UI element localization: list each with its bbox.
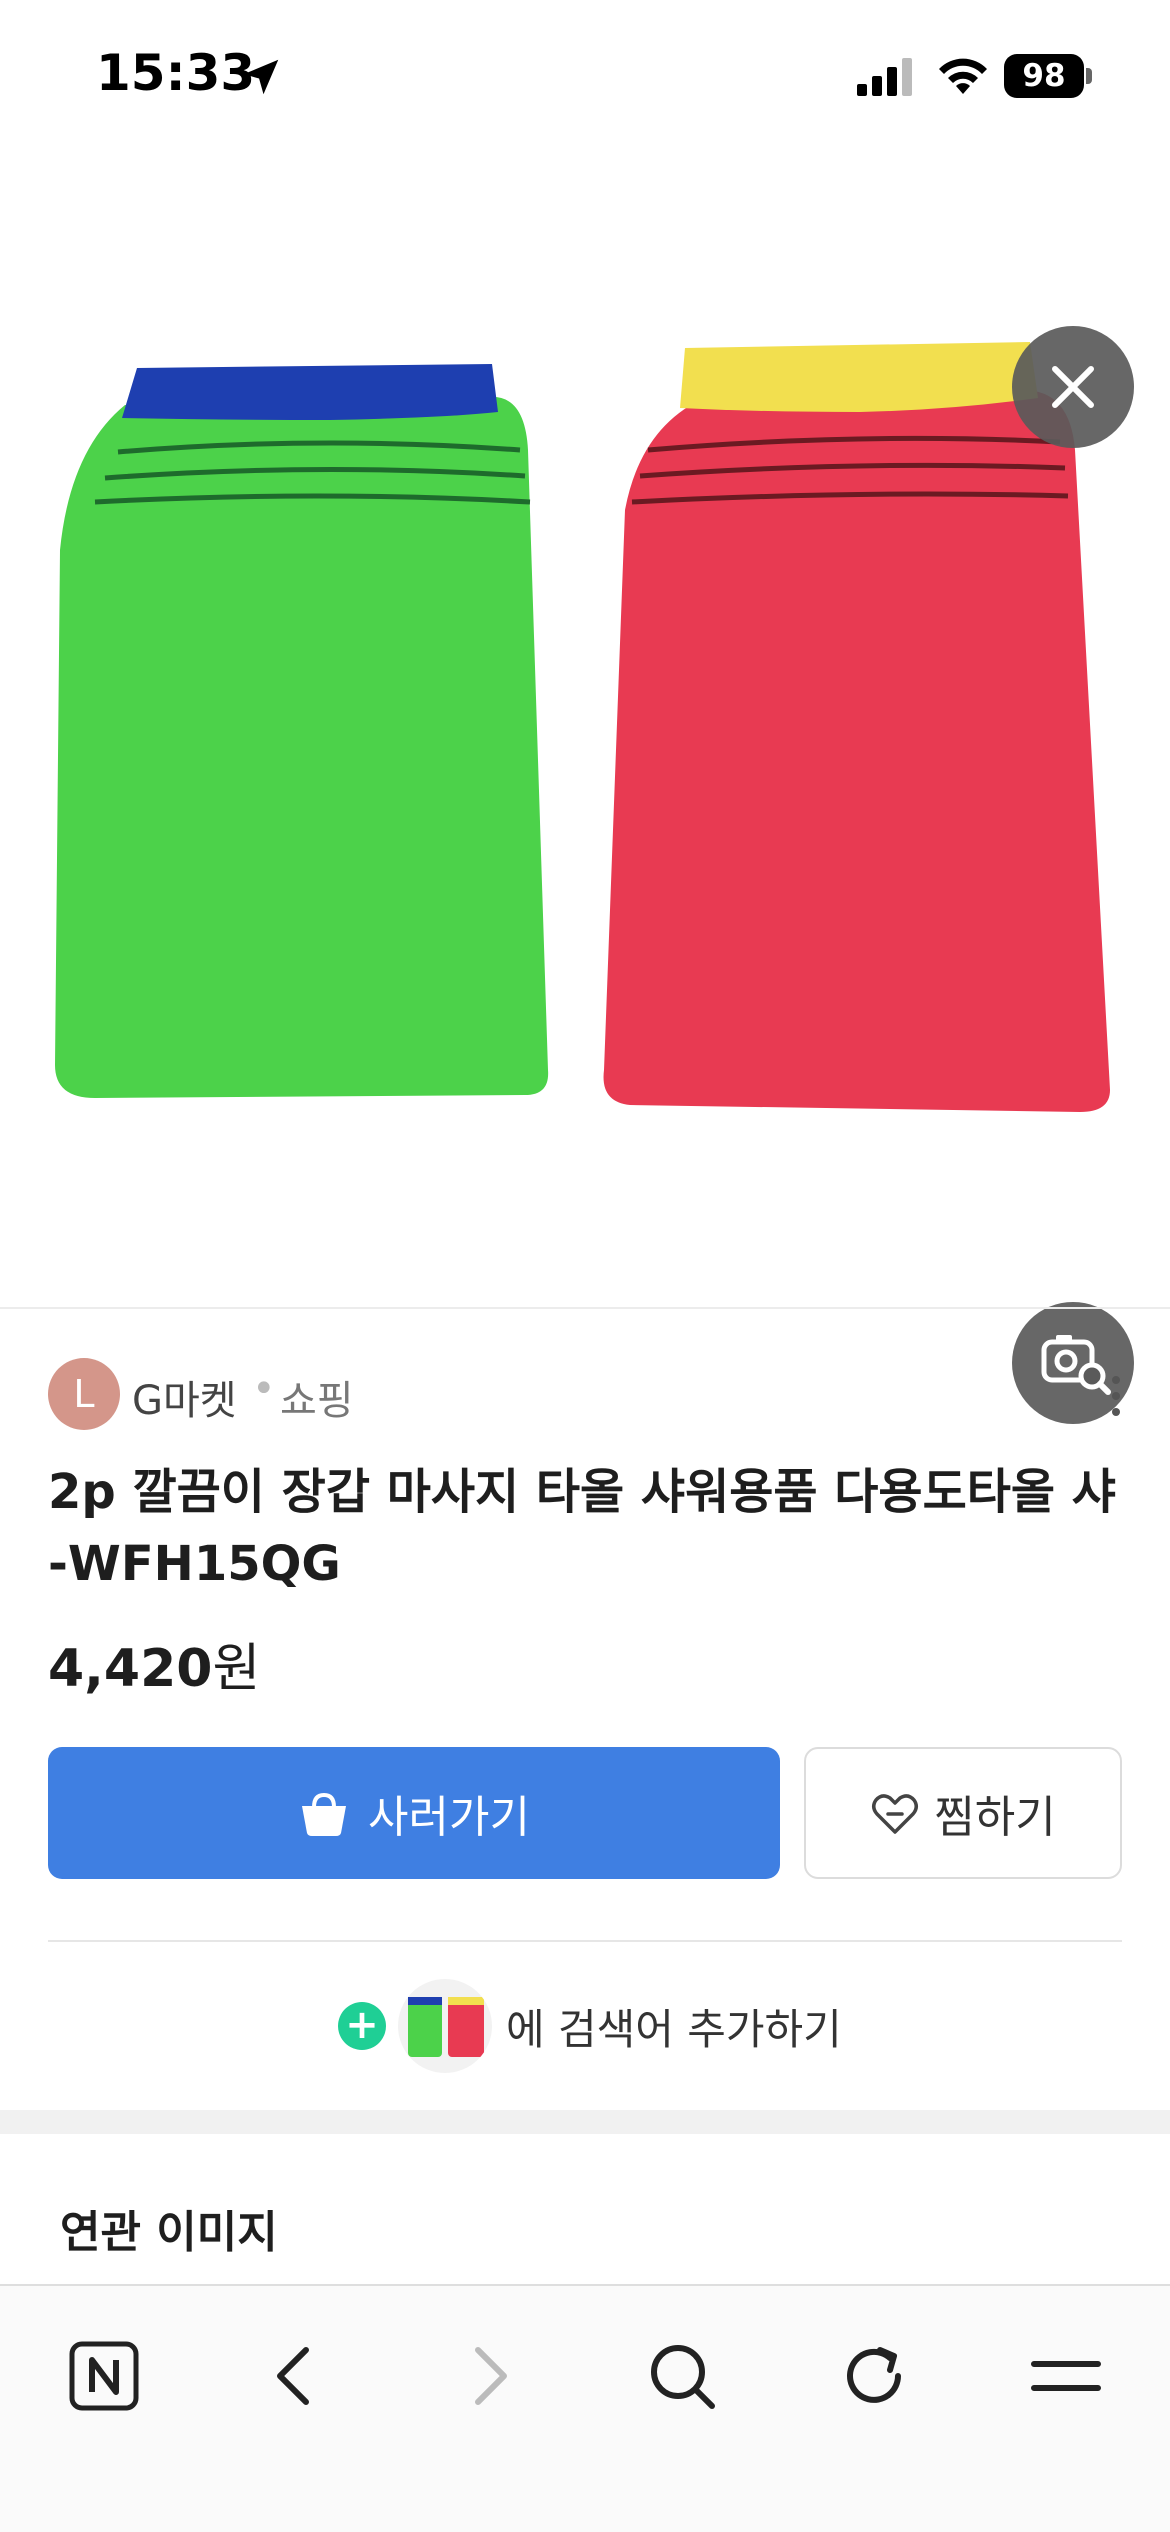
product-price: 4,420원: [48, 1626, 260, 1701]
status-time: 15:33: [96, 44, 256, 102]
seller-separator: •: [252, 1366, 276, 1412]
product-image-viewer[interactable]: [0, 150, 1170, 1424]
related-images-title: 연관 이미지: [60, 2207, 278, 2258]
plus-icon: +: [338, 2002, 386, 2050]
shopping-bag-icon: [302, 1792, 347, 1836]
naver-home-icon: [69, 2341, 139, 2411]
section-separator: [0, 2110, 1170, 2134]
seller-avatar[interactable]: L: [48, 1358, 120, 1430]
back-icon: [277, 2347, 309, 2405]
seller-category: 쇼핑: [280, 1378, 354, 1424]
price-unit: 원: [212, 1639, 261, 1699]
menu-icon: [1031, 2361, 1101, 2391]
browser-toolbar: [0, 2284, 1170, 2532]
product-title[interactable]: 2p 깔끔이 장갑 마사지 타올 샤워용품 다용도타올 샤 -WFH15QG: [48, 1456, 1128, 1602]
buy-button-label: 사러가기: [368, 1792, 530, 1843]
wifi-icon: [939, 58, 987, 94]
forward-icon: [475, 2347, 507, 2405]
naver-home-button[interactable]: [64, 2336, 144, 2416]
more-options-icon[interactable]: [1104, 1372, 1128, 1420]
refresh-icon: [847, 2347, 901, 2403]
wish-button-label: 찜하기: [934, 1792, 1056, 1843]
cellular-signal-icon: [857, 58, 912, 96]
buy-button[interactable]: 사러가기: [48, 1747, 780, 1879]
refresh-button[interactable]: [834, 2336, 914, 2416]
status-bar: 15:33 98: [0, 0, 1170, 150]
add-search-label: 에 검색어 추가하기: [506, 2004, 842, 2054]
divider: [0, 1307, 1170, 1309]
divider: [48, 1940, 1122, 1942]
location-arrow-icon: [243, 59, 279, 95]
seller-name[interactable]: G마켓: [132, 1368, 237, 1426]
wish-button[interactable]: 찜하기: [804, 1747, 1122, 1879]
back-button[interactable]: [256, 2336, 336, 2416]
product-thumbnail: [398, 1979, 492, 2073]
price-value: 4,420: [48, 1639, 213, 1699]
close-icon: [1052, 366, 1094, 408]
menu-button[interactable]: [1026, 2336, 1106, 2416]
search-button[interactable]: [642, 2336, 722, 2416]
forward-button[interactable]: [448, 2336, 528, 2416]
battery-level: 98: [1004, 54, 1084, 98]
heart-add-icon: [872, 1794, 919, 1834]
product-image: [55, 342, 1110, 1112]
add-search-term[interactable]: + 에 검색어 추가하기: [338, 1976, 842, 2076]
battery-icon: 98: [1004, 54, 1092, 98]
search-icon: [651, 2345, 715, 2409]
close-button[interactable]: [1012, 326, 1134, 448]
